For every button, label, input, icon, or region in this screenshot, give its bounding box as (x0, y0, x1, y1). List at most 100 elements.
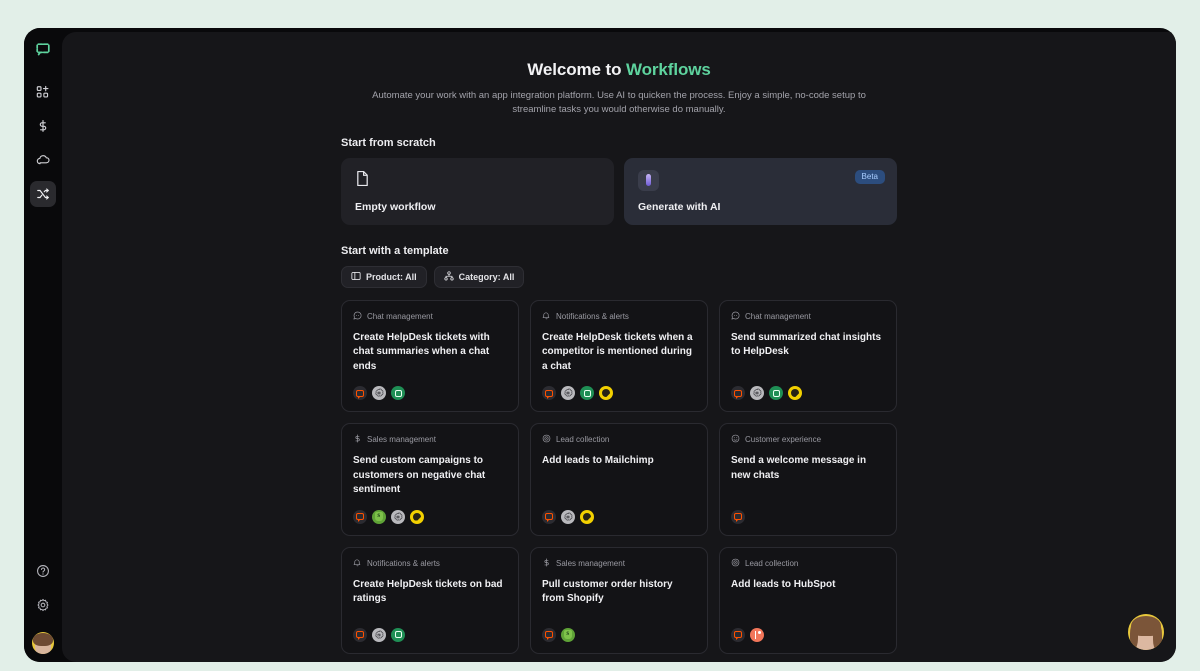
template-card[interactable]: Chat management Create HelpDesk tickets w… (341, 299, 519, 413)
file-icon (355, 170, 370, 191)
hubspot-app-icon (750, 627, 764, 642)
sidebar-item-billing[interactable] (30, 113, 56, 139)
sidebar-item-settings[interactable] (30, 592, 56, 618)
template-app-icons (353, 498, 507, 524)
mailchimp-app-icon (788, 386, 802, 401)
helpdesk-app-icon (391, 386, 405, 401)
left-sidebar (24, 28, 62, 662)
scratch-card-row: Empty workflow Beta Generate with AI (341, 157, 897, 225)
generate-with-ai-card[interactable]: Beta Generate with AI (624, 157, 897, 225)
smiley-icon (731, 434, 740, 445)
template-card[interactable]: Notifications & alerts Create HelpDesk ti… (341, 546, 519, 654)
bell-icon (542, 311, 551, 322)
template-app-icons (731, 498, 885, 524)
template-title: Add leads to HubSpot (731, 578, 836, 590)
livechat-app-icon (542, 509, 556, 524)
sidebar-item-workflows[interactable] (30, 181, 56, 207)
template-title: Create HelpDesk tickets when a competito… (542, 331, 693, 372)
support-avatar-widget[interactable] (1128, 614, 1164, 650)
template-card[interactable]: Notifications & alerts Create HelpDesk ti… (530, 299, 708, 413)
template-category-label: Lead collection (745, 558, 799, 568)
sidebar-item-apps[interactable] (30, 79, 56, 105)
filter-category-label: Category: All (458, 271, 515, 282)
template-app-icons (542, 616, 696, 642)
target-icon (542, 434, 551, 445)
livechat-app-icon (542, 386, 556, 401)
template-app-icons (353, 374, 507, 401)
filter-product-label: Product: All (366, 271, 417, 282)
shopify-app-icon (372, 509, 386, 524)
template-category: Notifications & alerts (542, 311, 696, 322)
template-category-label: Lead collection (556, 435, 610, 445)
category-icon (444, 270, 454, 283)
template-category: Sales management (353, 434, 507, 445)
settings-icon (37, 598, 49, 612)
fab-hair-right (1153, 624, 1162, 650)
template-category-label: Sales management (556, 558, 625, 568)
filter-row: Product: All Category: All (341, 265, 897, 288)
bell-icon (353, 558, 362, 569)
target-icon (731, 558, 740, 569)
template-card[interactable]: Chat management Send summarized chat insi… (719, 299, 897, 413)
sidebar-item-help[interactable] (30, 558, 56, 584)
template-category-label: Chat management (367, 311, 433, 321)
mailchimp-app-icon (580, 509, 594, 524)
section-start-with-template: Start with a template (341, 244, 449, 257)
avatar[interactable] (32, 632, 54, 654)
template-title: Create HelpDesk tickets with chat summar… (353, 331, 490, 372)
status-badge: Beta (854, 169, 885, 184)
page-subtitle: Automate your work with an app integrati… (372, 90, 866, 115)
sidebar-item-cloud[interactable] (30, 147, 56, 173)
template-title: Send summarized chat insights to HelpDes… (731, 331, 882, 358)
template-card[interactable]: Sales management Send custom campaigns to… (341, 423, 519, 536)
chat-icon (353, 311, 362, 322)
openai-app-icon (372, 386, 386, 401)
shopify-app-icon (561, 627, 575, 642)
livechat-app-icon (542, 627, 556, 642)
template-category-label: Customer experience (745, 435, 822, 445)
template-category: Chat management (353, 311, 507, 322)
empty-workflow-card[interactable]: Empty workflow (341, 157, 614, 225)
template-title: Create HelpDesk tickets on bad ratings (353, 578, 503, 605)
template-card[interactable]: Customer experience Send a welcome messag… (719, 423, 897, 536)
template-app-icons (731, 374, 885, 401)
fab-hair-left (1130, 624, 1138, 648)
template-card[interactable]: Sales management Pull customer order hist… (530, 546, 708, 654)
template-grid: Chat management Create HelpDesk tickets w… (341, 299, 897, 662)
avatar-hair (33, 633, 53, 646)
livechat-app-icon (731, 627, 745, 642)
template-card[interactable]: Lead collection Add leads to Mailchimp (530, 423, 708, 536)
page-title-prefix: Welcome to (527, 60, 626, 79)
openai-app-icon (372, 627, 386, 642)
filter-product[interactable]: Product: All (341, 265, 427, 288)
template-category: Sales management (542, 558, 696, 569)
dollar-icon (353, 434, 362, 445)
livechat-app-icon (731, 509, 745, 524)
chat-icon (731, 311, 740, 322)
template-app-icons (731, 616, 885, 642)
livechat-app-icon (353, 509, 367, 524)
apps-icon (36, 85, 49, 98)
livechat-logo-icon[interactable] (30, 37, 56, 63)
panel-scroll-area[interactable]: Welcome to Workflows Automate your work … (62, 32, 1176, 662)
template-category-label: Notifications & alerts (556, 311, 629, 321)
template-category: Notifications & alerts (353, 558, 507, 569)
billing-icon (39, 120, 47, 132)
helpdesk-app-icon (580, 386, 594, 401)
template-category: Chat management (731, 311, 885, 322)
mailchimp-app-icon (599, 386, 613, 401)
livechat-app-icon (353, 386, 367, 401)
template-category-label: Chat management (745, 311, 811, 321)
dollar-icon (542, 558, 551, 569)
page-title: Welcome to Workflows (341, 60, 897, 80)
template-app-icons (353, 616, 507, 642)
filter-category[interactable]: Category: All (433, 265, 525, 288)
helpdesk-app-icon (391, 627, 405, 642)
template-card[interactable]: Lead collection Add leads to HubSpot (719, 546, 897, 654)
openai-app-icon (750, 386, 764, 401)
livechat-app-icon (731, 386, 745, 401)
template-title: Send custom campaigns to customers on ne… (353, 455, 486, 496)
template-title: Add leads to Mailchimp (542, 455, 654, 467)
main-panel: Welcome to Workflows Automate your work … (62, 32, 1176, 662)
content-column: Welcome to Workflows Automate your work … (341, 60, 897, 662)
